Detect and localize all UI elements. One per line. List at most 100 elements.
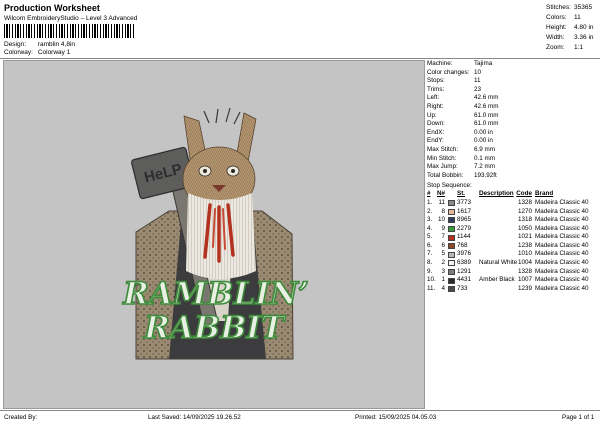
thread-brand: Madeira Classic 40 bbox=[535, 233, 589, 241]
prop-right: Right: 42.6 mm bbox=[427, 102, 499, 110]
stop-index: 11. bbox=[427, 284, 436, 292]
stop-row: 10. 1 4431 Amber Black 1007 Madeira Classic 4… bbox=[427, 276, 597, 285]
last-saved: Last Saved: 14/09/2025 19.26.52 bbox=[148, 414, 241, 421]
needle-number: 3 bbox=[441, 267, 445, 275]
stitch-count: 4431 bbox=[457, 276, 472, 284]
thread-description: Natural White bbox=[479, 259, 518, 267]
stop-index: 10. bbox=[427, 276, 436, 284]
lettering-ramblin: RAMBLIN’ bbox=[122, 276, 309, 312]
prop-machine: Machine: Tajima bbox=[427, 60, 493, 67]
stat-width: Width: 3.36 in bbox=[546, 34, 594, 41]
color-swatch bbox=[448, 251, 455, 258]
printed-date: Printed: 15/09/2025 04.05.03 bbox=[355, 414, 437, 421]
needle-number: 10 bbox=[437, 216, 445, 224]
colorway-value: Colorway 1 bbox=[37, 49, 71, 56]
color-swatch bbox=[448, 217, 455, 224]
color-swatch bbox=[448, 243, 455, 250]
stop-row: 1. 11 3773 1328 Madeira Classic 40 bbox=[427, 199, 597, 208]
prop-endx: EndX: 0.00 in bbox=[427, 128, 493, 136]
thread-description bbox=[479, 242, 514, 251]
stitch-count: 2279 bbox=[457, 224, 472, 232]
prop-trims: Trims: 23 bbox=[427, 85, 482, 93]
stitch-count: 6389 bbox=[457, 259, 472, 267]
thread-code: 1239 bbox=[517, 284, 532, 292]
needle-number: 2 bbox=[441, 259, 445, 267]
design-preview: HeLP RAMBLIN’ RABBIT bbox=[3, 60, 425, 409]
thread-code: 1021 bbox=[517, 233, 532, 241]
thread-brand: Madeira Classic 40 bbox=[535, 224, 589, 232]
thread-brand: Madeira Classic 40 bbox=[535, 241, 589, 249]
stop-row: 2. 8 1617 1270 Madeira Classic 40 bbox=[427, 208, 597, 217]
colorway-label: Colorway: bbox=[4, 49, 33, 56]
needle-number: 1 bbox=[441, 276, 445, 284]
stop-index: 4. bbox=[427, 224, 433, 232]
thread-code: 1328 bbox=[517, 198, 532, 206]
stop-sequence-label: Stop Sequence: bbox=[427, 182, 472, 190]
color-swatch bbox=[448, 277, 455, 284]
stop-row: 4. 9 2279 1050 Madeira Classic 40 bbox=[427, 225, 597, 234]
thread-brand: Madeira Classic 40 bbox=[535, 276, 589, 284]
color-swatch bbox=[448, 268, 455, 275]
stop-sequence-table: 1. 11 3773 1328 Madeira Classic 40 2. 8 1617 127… bbox=[427, 199, 597, 294]
stop-index: 2. bbox=[427, 207, 433, 215]
thread-description bbox=[479, 225, 514, 234]
thread-code: 1328 bbox=[517, 267, 532, 275]
prop-endy: EndY: 0.00 in bbox=[427, 137, 493, 145]
stop-row: 11. 4 733 1239 Madeira Classic 40 bbox=[427, 285, 597, 294]
prop-max-jump: Max Jump: 7.2 mm bbox=[427, 163, 495, 171]
stat-zoom: Zoom: 1:1 bbox=[546, 44, 584, 51]
stitch-count: 733 bbox=[457, 284, 468, 292]
needle-number: 9 bbox=[441, 224, 445, 232]
thread-code: 1238 bbox=[517, 241, 532, 249]
worksheet-footer: Created By: Last Saved: 14/09/2025 19.26… bbox=[0, 411, 600, 424]
thread-description bbox=[479, 268, 514, 277]
worksheet-header: Production Worksheet Wilcom EmbroiderySt… bbox=[0, 0, 600, 58]
needle-number: 6 bbox=[441, 241, 445, 249]
stitch-count: 1617 bbox=[457, 207, 472, 215]
stop-index: 5. bbox=[427, 233, 433, 241]
prop-up: Up: 61.0 mm bbox=[427, 111, 499, 119]
stitch-count: 768 bbox=[457, 241, 468, 249]
thread-code: 1050 bbox=[517, 224, 532, 232]
thread-brand: Madeira Classic 40 bbox=[535, 250, 589, 258]
stat-stitches: Stitches: 35365 bbox=[546, 4, 593, 11]
prop-color-changes: Color changes: 10 bbox=[427, 68, 482, 76]
thread-code: 1318 bbox=[517, 216, 532, 224]
color-swatch bbox=[448, 200, 455, 207]
needle-number: 5 bbox=[441, 250, 445, 258]
design-value: ramblin 4,8in bbox=[37, 41, 76, 48]
stop-row: 5. 7 1144 1021 Madeira Classic 40 bbox=[427, 233, 597, 242]
stitch-count: 3773 bbox=[457, 198, 472, 206]
thread-description bbox=[479, 285, 514, 294]
prop-max-stitch: Max Stitch: 6.9 mm bbox=[427, 145, 495, 153]
stop-index: 3. bbox=[427, 216, 433, 224]
color-swatch bbox=[448, 260, 455, 267]
color-swatch bbox=[448, 225, 455, 232]
stop-row: 6. 6 768 1238 Madeira Classic 40 bbox=[427, 242, 597, 251]
thread-code: 1007 bbox=[517, 276, 532, 284]
created-by: Created By: bbox=[4, 414, 38, 421]
stat-height: Height: 4.80 in bbox=[546, 24, 594, 31]
worksheet-title: Production Worksheet bbox=[4, 3, 100, 13]
thread-brand: Madeira Classic 40 bbox=[535, 216, 589, 224]
stitch-count: 8965 bbox=[457, 216, 472, 224]
needle-number: 8 bbox=[441, 207, 445, 215]
thread-description bbox=[479, 216, 514, 225]
thread-code: 1270 bbox=[517, 207, 532, 215]
thread-brand: Madeira Classic 40 bbox=[535, 259, 589, 267]
prop-left: Left: 42.6 mm bbox=[427, 94, 499, 102]
design-label: Design: bbox=[4, 41, 27, 48]
stat-colors: Colors: 11 bbox=[546, 14, 581, 21]
thread-code: 1010 bbox=[517, 250, 532, 258]
stop-index: 8. bbox=[427, 259, 433, 267]
needle-number: 7 bbox=[441, 233, 445, 241]
thread-brand: Madeira Classic 40 bbox=[535, 207, 589, 215]
thread-brand: Madeira Classic 40 bbox=[535, 284, 589, 292]
lettering-rabbit: RABBIT bbox=[143, 310, 286, 346]
barcode bbox=[4, 24, 136, 38]
machine-properties-panel: Machine: Tajima Color changes: 10 Stops: 11… bbox=[427, 60, 597, 409]
thread-brand: Madeira Classic 40 bbox=[535, 198, 589, 206]
prop-stops: Stops: 11 bbox=[427, 77, 481, 85]
embroidery-artwork: HeLP RAMBLIN’ RABBIT bbox=[121, 107, 310, 360]
color-swatch bbox=[448, 208, 455, 215]
